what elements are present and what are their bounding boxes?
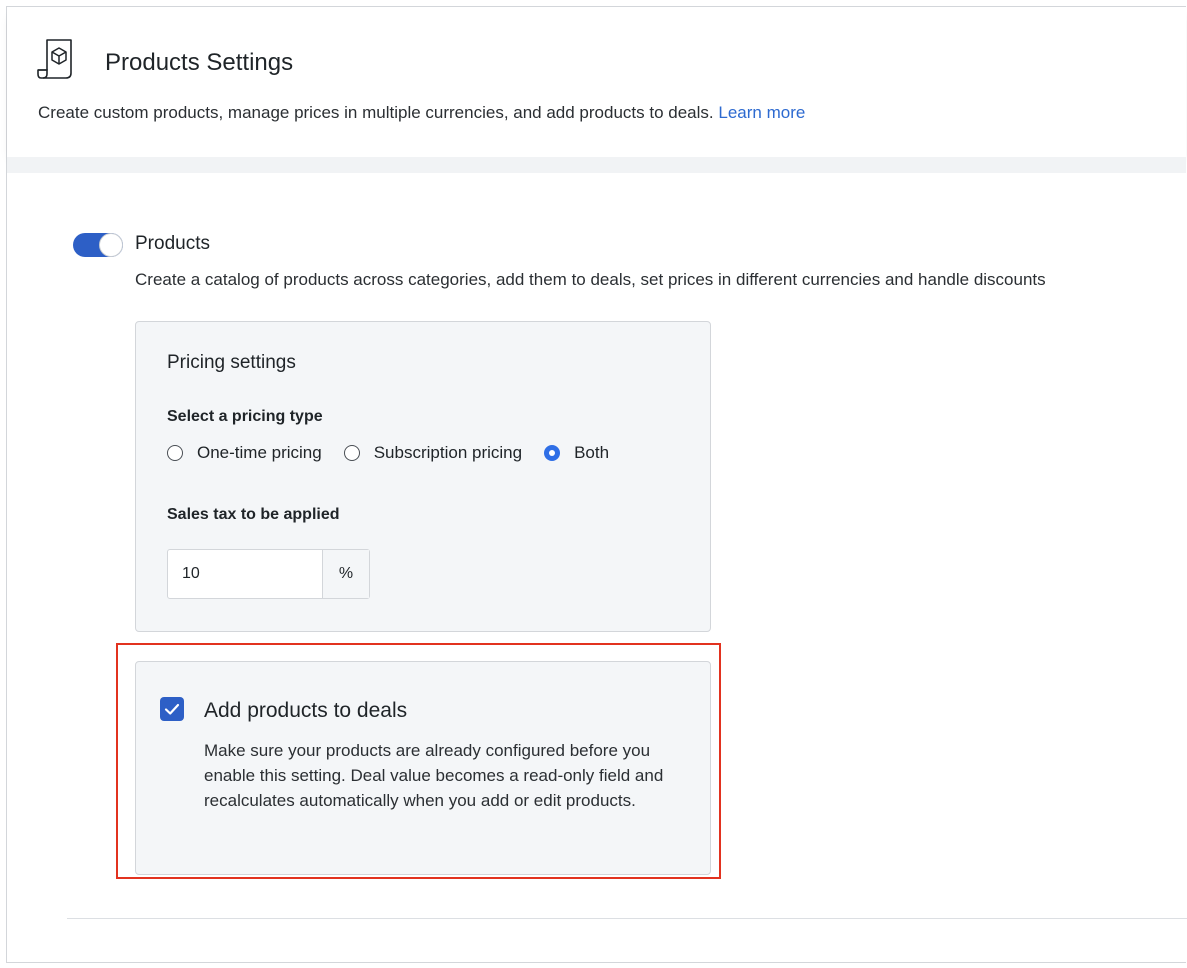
radio-label: Both <box>574 443 610 462</box>
radio-label: One-time pricing <box>197 443 322 462</box>
sales-tax-field[interactable]: 10 % <box>167 549 370 599</box>
products-title: Products <box>135 233 210 254</box>
page-subtitle: Create custom products, manage prices in… <box>38 103 805 123</box>
product-box-icon <box>37 39 72 79</box>
radio-both[interactable]: Both <box>544 443 609 463</box>
page-header: Products Settings Create custom products… <box>7 7 1186 157</box>
pricing-settings-title: Pricing settings <box>167 352 296 373</box>
page-title: Products Settings <box>105 49 294 76</box>
section-divider <box>67 918 1187 919</box>
pricing-type-radio-group: One-time pricing Subscription pricing Bo… <box>167 443 631 463</box>
sales-tax-label: Sales tax to be applied <box>167 506 340 523</box>
learn-more-link[interactable]: Learn more <box>718 103 805 122</box>
radio-circle-icon <box>167 445 183 461</box>
radio-selected-icon <box>544 445 561 461</box>
radio-subscription-pricing[interactable]: Subscription pricing <box>343 443 523 463</box>
percent-unit: % <box>322 550 369 598</box>
products-toggle[interactable] <box>73 233 123 257</box>
toggle-knob <box>99 233 123 257</box>
pricing-type-label: Select a pricing type <box>167 408 323 425</box>
radio-circle-icon <box>343 445 360 461</box>
header-separator <box>7 157 1186 173</box>
radio-label: Subscription pricing <box>373 443 523 462</box>
radio-one-time-pricing[interactable]: One-time pricing <box>167 443 322 463</box>
subtitle-text: Create custom products, manage prices in… <box>38 103 714 122</box>
products-description: Create a catalog of products across cate… <box>135 270 1046 289</box>
sales-tax-input[interactable]: 10 <box>168 550 322 598</box>
highlight-box <box>116 643 721 879</box>
pricing-settings-card: Pricing settings Select a pricing type O… <box>135 321 711 632</box>
